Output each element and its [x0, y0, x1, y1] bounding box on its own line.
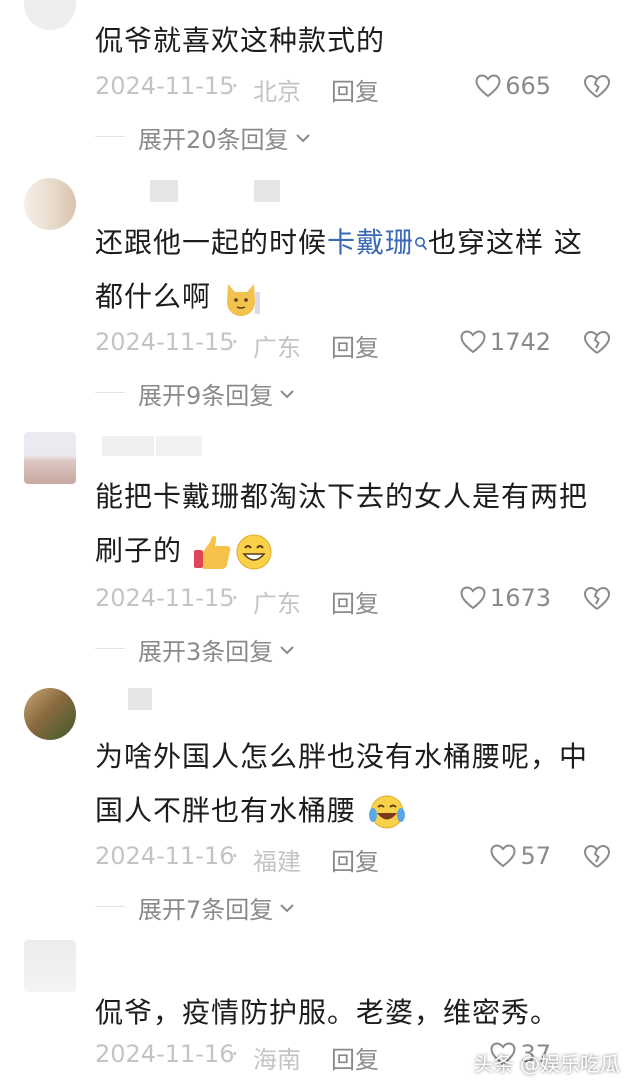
heart-outline-icon	[475, 74, 501, 98]
avatar[interactable]	[24, 688, 76, 740]
heart-outline-icon	[490, 844, 516, 868]
expand-label: 展开7条回复	[138, 896, 274, 924]
grin-emoji-icon	[234, 532, 274, 572]
comment-text-part: 也穿这样 这	[428, 226, 583, 259]
separator-dot: ·	[231, 328, 239, 356]
comment-meta: 2024-11-15 · 广东 回复 1673	[95, 584, 615, 624]
dislike-button[interactable]	[583, 844, 611, 870]
comment-meta: 2024-11-15 · 北京 回复 665	[95, 72, 615, 112]
heart-outline-icon	[460, 586, 486, 610]
search-link[interactable]: 卡戴珊	[327, 226, 428, 259]
username-redacted[interactable]	[128, 688, 152, 710]
like-button[interactable]: 57	[490, 842, 551, 870]
comment-date: 2024-11-15	[95, 584, 235, 612]
comment-meta: 2024-11-15 · 广东 回复 1742	[95, 328, 615, 368]
comment-date: 2024-11-15	[95, 72, 235, 100]
comment-text-part: 为啥外国人怎么胖也没有水桶腰呢，中	[95, 740, 589, 773]
like-button[interactable]: 1742	[460, 328, 551, 356]
like-count: 665	[505, 72, 551, 100]
comment-text: 为啥外国人怎么胖也没有水桶腰呢，中 国人不胖也有水桶腰	[95, 730, 615, 838]
avatar[interactable]	[24, 940, 76, 992]
reply-button[interactable]: 回复	[331, 328, 379, 363]
dislike-button[interactable]	[583, 330, 611, 356]
chevron-down-icon	[279, 902, 295, 914]
avatar[interactable]	[24, 0, 76, 30]
search-link-label: 卡戴珊	[327, 226, 415, 259]
chevron-down-icon	[279, 644, 295, 656]
avatar[interactable]	[24, 432, 76, 484]
comment-text-part: 能把卡戴珊都淘汰下去的女人是有两把	[95, 480, 589, 513]
expand-label: 展开9条回复	[138, 382, 274, 410]
username-redacted[interactable]	[254, 180, 280, 202]
like-button[interactable]: 665	[475, 72, 551, 100]
separator-dot: ·	[231, 584, 239, 612]
comment-text: 侃爷就喜欢这种款式的	[95, 24, 386, 57]
chevron-down-icon	[279, 388, 295, 400]
comment-date: 2024-11-15	[95, 328, 235, 356]
expand-replies-button[interactable]: 展开3条回复	[138, 632, 295, 667]
expand-replies-button[interactable]: 展开9条回复	[138, 376, 295, 411]
comment-location: 北京	[253, 78, 301, 106]
expand-label: 展开20条回复	[138, 126, 289, 154]
tears-of-joy-emoji-icon	[366, 792, 408, 832]
divider	[95, 136, 125, 137]
comment-meta: 2024-11-16 · 福建 回复 57	[95, 842, 615, 882]
reply-button[interactable]: 回复	[331, 1040, 379, 1075]
comment-date: 2024-11-16	[95, 842, 235, 870]
comment-location: 广东	[253, 590, 301, 618]
expand-label: 展开3条回复	[138, 638, 274, 666]
like-count: 1673	[489, 584, 551, 612]
comment-text-part: 还跟他一起的时候	[95, 226, 328, 259]
divider	[95, 648, 125, 649]
thumbs-up-emoji-icon	[192, 532, 234, 572]
comment-date: 2024-11-16	[95, 1040, 235, 1068]
broken-heart-icon	[583, 74, 611, 100]
reply-button[interactable]: 回复	[331, 72, 379, 107]
like-count: 57	[520, 842, 551, 870]
cat-emoji-icon	[221, 278, 261, 318]
expand-replies-button[interactable]: 展开20条回复	[138, 120, 311, 155]
username-redacted[interactable]	[102, 436, 154, 456]
like-count: 1742	[489, 328, 551, 356]
comment-text-part: 刷子的	[95, 534, 183, 567]
broken-heart-icon	[583, 330, 611, 356]
separator-dot: ·	[231, 72, 239, 100]
comment-text: 侃爷，疫情防护服。老婆，维密秀。	[95, 996, 560, 1029]
like-button[interactable]: 1673	[460, 584, 551, 612]
separator-dot: ·	[231, 1040, 239, 1068]
comment-location: 广东	[253, 334, 301, 362]
avatar[interactable]	[24, 178, 76, 230]
comment-text-part: 都什么啊	[95, 280, 212, 313]
comment-text: 能把卡戴珊都淘汰下去的女人是有两把 刷子的	[95, 470, 615, 578]
reply-button[interactable]: 回复	[331, 842, 379, 877]
reply-button[interactable]: 回复	[331, 584, 379, 619]
comment-text-part: 国人不胖也有水桶腰	[95, 794, 357, 827]
comment-location: 海南	[253, 1046, 301, 1074]
watermark: 头条 @娱乐吃瓜	[473, 1052, 620, 1076]
separator-dot: ·	[231, 842, 239, 870]
username-redacted[interactable]	[156, 436, 202, 456]
expand-replies-button[interactable]: 展开7条回复	[138, 890, 295, 925]
dislike-button[interactable]	[583, 586, 611, 612]
heart-outline-icon	[460, 330, 486, 354]
search-icon	[414, 236, 428, 252]
divider	[95, 906, 125, 907]
username-redacted[interactable]	[150, 180, 178, 202]
chevron-down-icon	[295, 132, 311, 144]
comment-text: 还跟他一起的时候卡戴珊 也穿这样 这 都什么啊	[95, 216, 615, 324]
dislike-button[interactable]	[583, 74, 611, 100]
broken-heart-icon	[583, 844, 611, 870]
comment-location: 福建	[253, 848, 301, 876]
broken-heart-icon	[583, 586, 611, 612]
divider	[95, 392, 125, 393]
